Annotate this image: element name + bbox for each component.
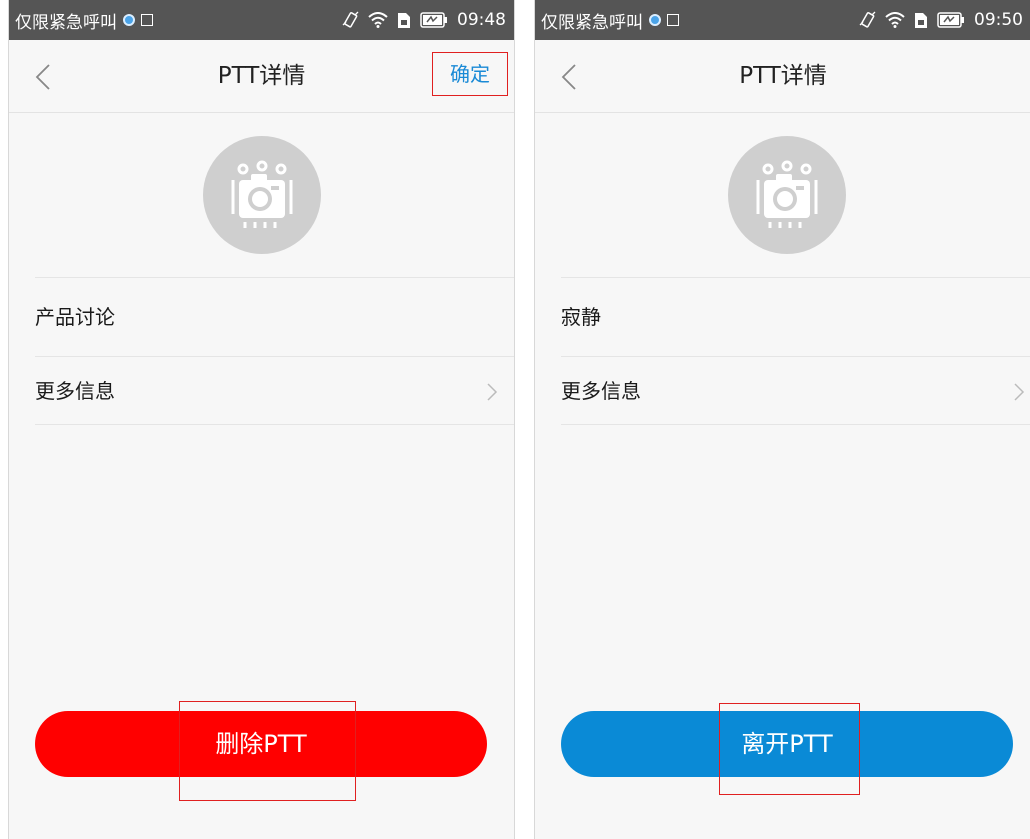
more-info-row[interactable]: 更多信息 bbox=[35, 358, 514, 424]
camera-icon bbox=[231, 160, 293, 228]
divider bbox=[561, 356, 1030, 357]
sim-icon bbox=[398, 12, 410, 28]
divider bbox=[35, 277, 514, 278]
divider bbox=[561, 277, 1030, 278]
group-name: 寂静 bbox=[561, 305, 601, 329]
divider bbox=[35, 356, 514, 357]
status-time: 09:50 bbox=[974, 10, 1023, 30]
group-avatar[interactable] bbox=[203, 136, 321, 254]
image-icon bbox=[141, 14, 153, 26]
group-name: 产品讨论 bbox=[35, 305, 115, 329]
wifi-icon bbox=[885, 12, 905, 28]
page-title: PTT详情 bbox=[739, 63, 827, 89]
chevron-right-icon bbox=[1014, 383, 1025, 401]
back-button[interactable] bbox=[557, 62, 583, 92]
group-avatar[interactable] bbox=[728, 136, 846, 254]
more-info-label: 更多信息 bbox=[561, 379, 641, 403]
divider bbox=[35, 424, 514, 425]
app-notification-icon bbox=[649, 14, 661, 26]
battery-icon bbox=[420, 12, 447, 28]
confirm-button[interactable]: 确定 bbox=[432, 52, 508, 96]
camera-icon bbox=[756, 160, 818, 228]
chevron-right-icon bbox=[487, 383, 498, 401]
leave-ptt-button[interactable]: 离开PTT bbox=[561, 711, 1013, 777]
status-bar: 仅限紧急呼叫 09:50 bbox=[535, 0, 1030, 40]
more-info-label: 更多信息 bbox=[35, 379, 115, 403]
nav-bar: PTT详情 bbox=[535, 40, 1030, 113]
chevron-left-icon bbox=[35, 64, 50, 90]
sim-icon bbox=[915, 12, 927, 28]
more-info-row[interactable]: 更多信息 bbox=[561, 358, 1030, 424]
status-time: 09:48 bbox=[457, 10, 506, 30]
app-notification-icon bbox=[123, 14, 135, 26]
nav-bar: PTT详情 确定 bbox=[9, 40, 514, 113]
back-button[interactable] bbox=[31, 62, 57, 92]
wifi-icon bbox=[368, 12, 388, 28]
battery-icon bbox=[937, 12, 964, 28]
vibrate-icon bbox=[859, 11, 876, 28]
vibrate-icon bbox=[342, 11, 359, 28]
image-icon bbox=[667, 14, 679, 26]
phone-screen-right: 仅限紧急呼叫 09:50 PTT详情 寂静 更多信息 离开PTT bbox=[534, 0, 1030, 839]
carrier-text: 仅限紧急呼叫 bbox=[15, 12, 117, 33]
chevron-left-icon bbox=[561, 64, 576, 90]
carrier-text: 仅限紧急呼叫 bbox=[541, 12, 643, 33]
delete-ptt-button[interactable]: 删除PTT bbox=[35, 711, 487, 777]
status-bar: 仅限紧急呼叫 09:48 bbox=[9, 0, 514, 40]
phone-screen-left: 仅限紧急呼叫 09:48 PTT详情 确定 产品讨论 更多信息 删除PTT bbox=[8, 0, 515, 839]
divider bbox=[561, 424, 1030, 425]
